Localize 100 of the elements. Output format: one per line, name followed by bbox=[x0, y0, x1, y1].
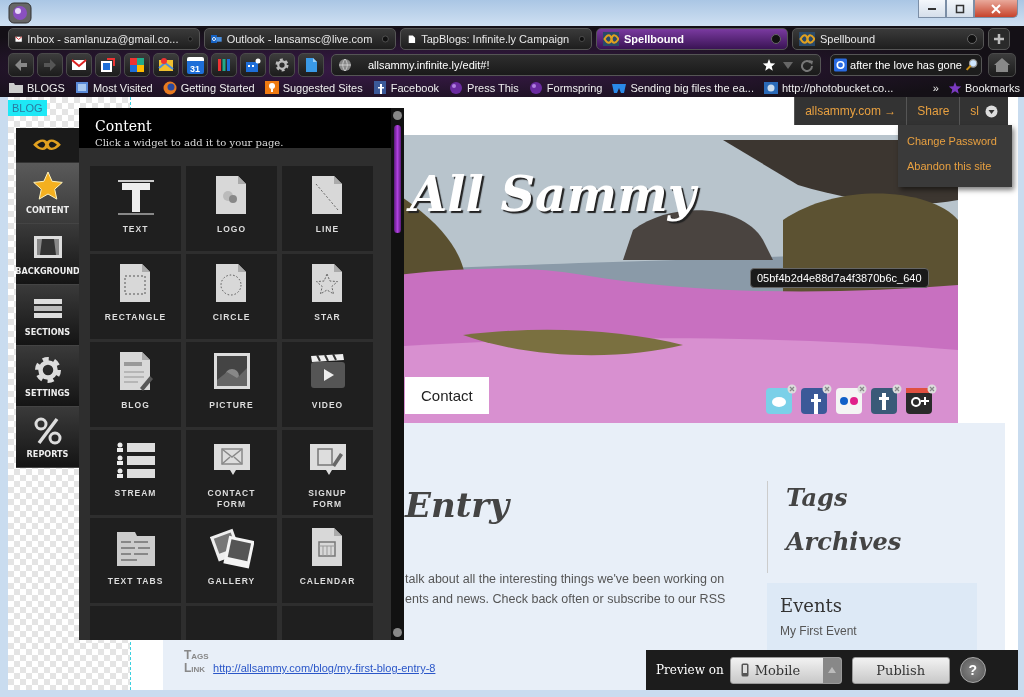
bookmarks-menu[interactable]: Bookmarks bbox=[947, 80, 1020, 95]
widget-tile[interactable]: CALENDAR bbox=[282, 518, 373, 603]
globe-icon bbox=[338, 58, 352, 72]
toolbar-button[interactable] bbox=[95, 53, 121, 77]
help-button[interactable]: ? bbox=[959, 657, 986, 683]
widget-tile[interactable]: CONTACT FORM bbox=[186, 430, 277, 515]
bookmark-item[interactable]: Most Visited bbox=[73, 80, 153, 95]
widget-tile[interactable]: GALLERY bbox=[186, 518, 277, 603]
event-item[interactable]: My First Event bbox=[780, 624, 964, 638]
home-icon bbox=[993, 57, 1011, 73]
widget-tile[interactable]: RECTANGLE bbox=[90, 254, 181, 339]
new-tab-button[interactable] bbox=[988, 28, 1010, 50]
toolbar-button[interactable] bbox=[153, 53, 179, 77]
toolbar-button[interactable] bbox=[240, 53, 266, 77]
events-heading: Events bbox=[780, 595, 844, 616]
star-icon bbox=[31, 171, 64, 201]
search-field[interactable]: after the love has gone bbox=[830, 54, 982, 76]
panel-subtitle: Click a widget to add it to your page. bbox=[95, 137, 285, 148]
caret-icon bbox=[985, 104, 998, 118]
browser-tab[interactable]: Inbox - samlanuza@gmail.co... bbox=[8, 28, 200, 50]
bookmark-item[interactable]: Formspring bbox=[527, 80, 603, 95]
bookmark-item[interactable]: Facebook bbox=[371, 80, 440, 95]
page-icon bbox=[73, 80, 90, 95]
browser-tab[interactable]: TapBlogs: Infinite.ly Campaign bbox=[400, 28, 592, 50]
outlook-icon bbox=[211, 32, 222, 46]
sidebar-tab[interactable]: REPORTS bbox=[16, 407, 79, 468]
caret-icon bbox=[826, 666, 837, 674]
toolbar-button[interactable] bbox=[298, 53, 324, 77]
forward-icon bbox=[41, 56, 59, 74]
bulb-icon bbox=[263, 80, 280, 95]
publish-button[interactable]: Publish bbox=[851, 656, 950, 684]
more-bookmarks-button[interactable]: » bbox=[932, 81, 939, 94]
social-media-icon[interactable] bbox=[871, 384, 903, 414]
menu-item[interactable]: Change Password bbox=[898, 131, 1012, 156]
dropdown-arrow-icon bbox=[782, 59, 794, 71]
sidebar-tab[interactable]: BACKGROUND bbox=[16, 224, 79, 285]
tab-close-icon bbox=[188, 34, 193, 44]
entry-text: talk about all the interesting things we've been working on ents and news. Check back often or subscribe to our RSS bbox=[405, 571, 727, 608]
folder-icon bbox=[8, 80, 24, 95]
menu-item[interactable]: Abandon this site bbox=[898, 156, 1012, 181]
device-dropdown[interactable]: Mobile bbox=[729, 656, 842, 684]
app-orb-icon bbox=[8, 2, 32, 24]
toolbar-button[interactable] bbox=[269, 53, 295, 77]
infinity-icon bbox=[799, 32, 815, 46]
minimize-icon bbox=[928, 7, 936, 10]
image-tooltip: 05bf4b2d4e88d7a4f3870b6c_640 bbox=[750, 268, 929, 288]
browser-tab[interactable]: Spellbound bbox=[596, 28, 788, 50]
address-field[interactable]: allsammy.infinite.ly/edit#! bbox=[331, 54, 821, 76]
settings-icon bbox=[273, 56, 291, 74]
browser-tab[interactable]: Outlook - lansamsc@live.com bbox=[204, 28, 396, 50]
widget-tile[interactable]: TEXT TABS bbox=[90, 518, 181, 603]
bookmark-item[interactable]: Sending big files the ea... bbox=[611, 80, 754, 95]
widget-tile[interactable]: TEXT bbox=[90, 166, 181, 251]
widget-tile[interactable]: LOGO bbox=[186, 166, 277, 251]
globe-icon bbox=[161, 80, 178, 95]
widget-tile[interactable]: PICTURE bbox=[186, 342, 277, 427]
bookmark-item[interactable]: BLOGS bbox=[8, 80, 65, 95]
widget-tile[interactable]: VIDEO bbox=[282, 342, 373, 427]
widget-tile[interactable]: BLOG bbox=[90, 342, 181, 427]
ball-icon bbox=[448, 80, 465, 95]
bookmark-item[interactable]: Getting Started bbox=[161, 80, 255, 95]
star-icon bbox=[762, 58, 776, 72]
sidebar-tab[interactable]: SECTIONS bbox=[16, 285, 79, 346]
toolbar-button[interactable] bbox=[211, 53, 237, 77]
tab-close-icon bbox=[967, 34, 977, 44]
home-button[interactable] bbox=[988, 53, 1016, 77]
maximize-button[interactable] bbox=[946, 0, 974, 18]
close-button[interactable] bbox=[974, 0, 1018, 18]
tab-close-icon bbox=[382, 34, 389, 44]
widget-tile[interactable]: SIGNUP FORM bbox=[282, 430, 373, 515]
social-media-icon[interactable] bbox=[906, 384, 938, 414]
nav-link[interactable]: Contact bbox=[405, 377, 489, 414]
minimize-button[interactable] bbox=[918, 0, 946, 18]
widget-tile[interactable]: STAR bbox=[282, 254, 373, 339]
toolbar-button[interactable] bbox=[66, 53, 92, 77]
bookmark-item[interactable]: Press This bbox=[448, 80, 519, 95]
phone-icon bbox=[740, 663, 749, 677]
widget-tile[interactable]: CIRCLE bbox=[186, 254, 277, 339]
widget-tile[interactable]: LINE bbox=[282, 166, 373, 251]
social-media-icon[interactable] bbox=[801, 384, 833, 414]
reload-icon bbox=[800, 58, 814, 72]
bar-chart-icon bbox=[215, 56, 233, 74]
search-icon bbox=[964, 57, 978, 73]
widget-tile[interactable]: STREAM bbox=[90, 430, 181, 515]
toolbar-button[interactable] bbox=[124, 53, 150, 77]
bookmark-item[interactable]: Suggested Sites bbox=[263, 80, 363, 95]
star-icon bbox=[947, 80, 962, 95]
sidebar-tab[interactable]: CONTENT bbox=[16, 163, 79, 224]
picture-icon bbox=[763, 80, 779, 95]
browser-tab[interactable]: Spellbound bbox=[792, 28, 984, 50]
feed-icon bbox=[99, 56, 117, 74]
sidebar-heading: Tags bbox=[786, 482, 849, 514]
entry-link[interactable]: http://allsammy.com/blog/my-first-blog-entry-8 bbox=[213, 662, 436, 675]
panel-title: Content bbox=[95, 118, 153, 134]
sidebar-tab[interactable]: SETTINGS bbox=[16, 346, 79, 407]
scrollbar[interactable] bbox=[391, 108, 404, 640]
gallery-icon bbox=[209, 526, 254, 570]
blog-label: BLOG bbox=[8, 100, 47, 116]
maximize-icon bbox=[955, 3, 965, 14]
bookmark-item[interactable]: http://photobucket.co... bbox=[763, 80, 894, 95]
